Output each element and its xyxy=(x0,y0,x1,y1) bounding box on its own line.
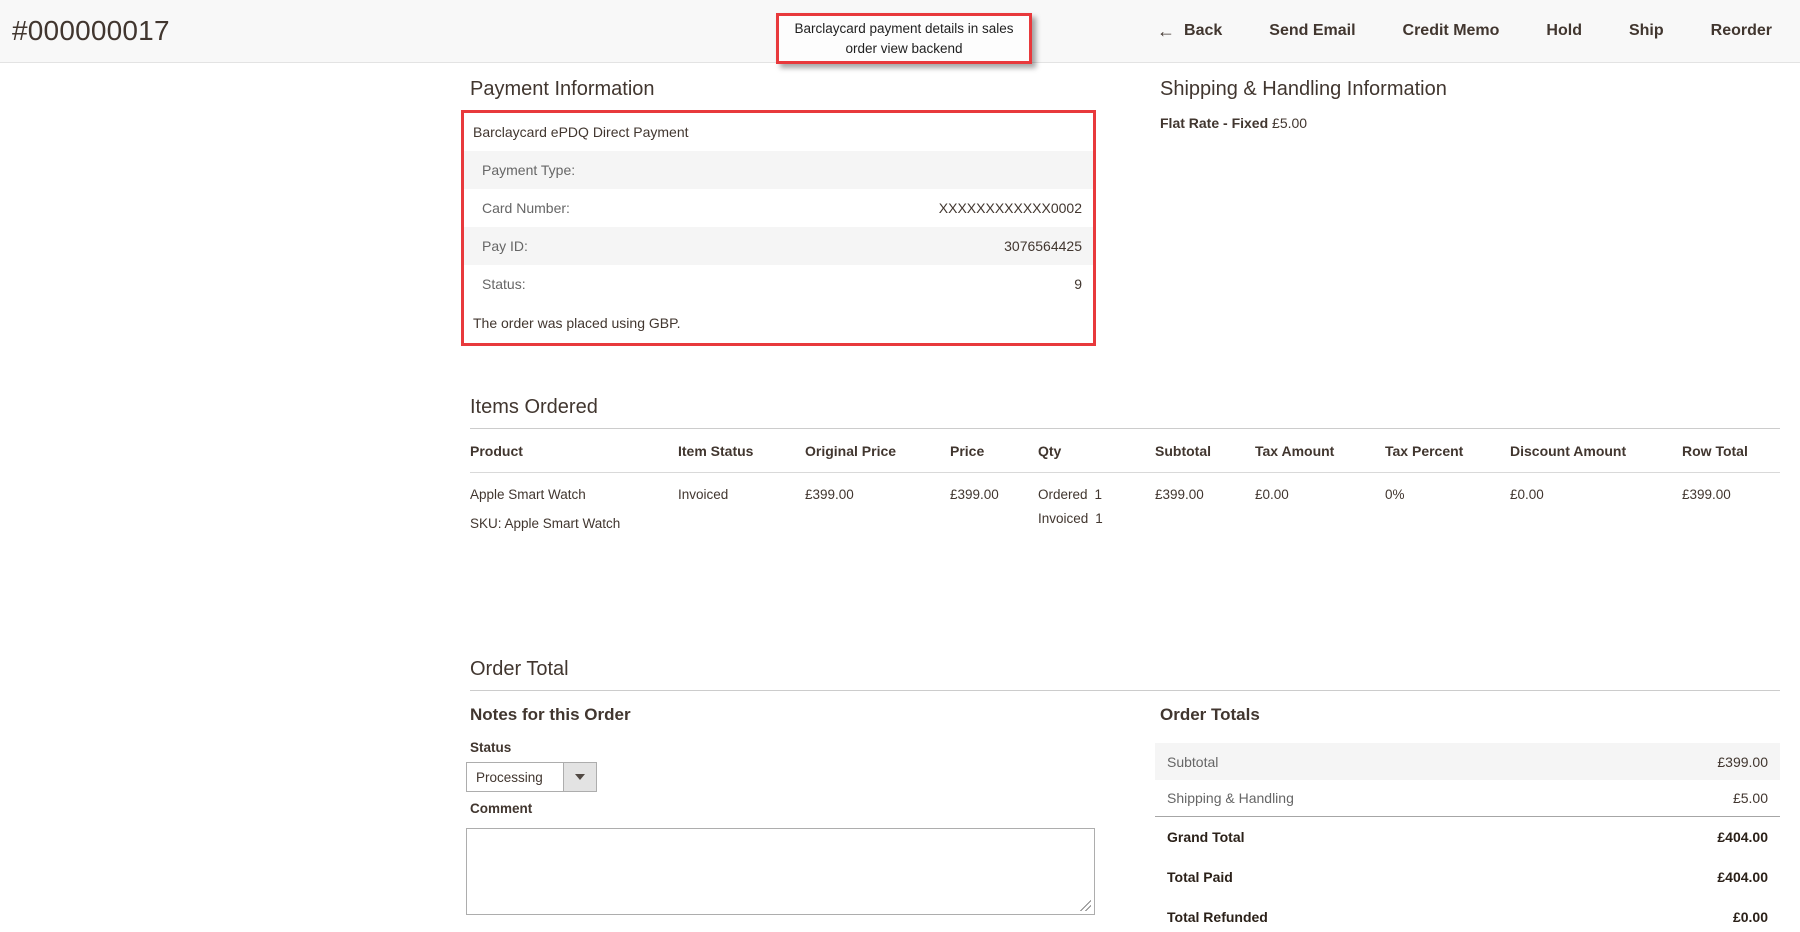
total-row-subtotal: Subtotal £399.00 xyxy=(1155,743,1780,780)
hold-button[interactable]: Hold xyxy=(1546,22,1582,40)
order-actions-toolbar: ← Back Send Email Credit Memo Hold Ship … xyxy=(1157,22,1772,40)
shipping-information-title: Shipping & Handling Information xyxy=(1160,78,1447,101)
col-product: Product xyxy=(470,443,678,459)
pay-id-value: 3076564425 xyxy=(1004,238,1082,254)
status-select[interactable]: Processing xyxy=(466,762,597,792)
total-refunded-label: Total Refunded xyxy=(1167,909,1268,925)
comment-field-label: Comment xyxy=(470,801,532,816)
cell-tax-amount: £0.00 xyxy=(1255,473,1385,534)
grand-total-value: £404.00 xyxy=(1717,829,1768,845)
col-tax-amount: Tax Amount xyxy=(1255,443,1385,459)
col-original-price: Original Price xyxy=(805,443,950,459)
payment-status-label: Status: xyxy=(482,276,526,292)
order-total-title: Order Total xyxy=(470,658,569,681)
cell-discount-amount: £0.00 xyxy=(1510,473,1682,534)
items-ordered-table: Product Item Status Original Price Price… xyxy=(470,443,1780,534)
col-tax-percent: Tax Percent xyxy=(1385,443,1510,459)
back-button[interactable]: ← Back xyxy=(1157,22,1222,40)
total-row-total-paid: Total Paid £404.00 xyxy=(1155,857,1780,897)
reorder-button[interactable]: Reorder xyxy=(1711,22,1772,40)
status-field-label: Status xyxy=(470,740,511,755)
payment-status-value: 9 xyxy=(1074,276,1082,292)
credit-memo-label: Credit Memo xyxy=(1403,22,1500,40)
send-email-button[interactable]: Send Email xyxy=(1269,22,1355,40)
chevron-down-icon xyxy=(575,774,585,780)
shipping-handling-value: £5.00 xyxy=(1733,790,1768,806)
subtotal-value: £399.00 xyxy=(1717,754,1768,770)
payment-row-pay-id: Pay ID: 3076564425 xyxy=(464,227,1093,265)
col-price: Price xyxy=(950,443,1038,459)
shipping-method-price: £5.00 xyxy=(1272,115,1307,131)
order-totals-title: Order Totals xyxy=(1160,705,1260,725)
grand-total-label: Grand Total xyxy=(1167,829,1245,845)
order-currency-note: The order was placed using GBP. xyxy=(464,303,1093,343)
cell-tax-percent: 0% xyxy=(1385,473,1510,534)
status-select-button[interactable] xyxy=(563,763,596,791)
reorder-label: Reorder xyxy=(1711,22,1772,40)
shipping-method-line: Flat Rate - Fixed £5.00 xyxy=(1160,115,1307,131)
total-row-shipping: Shipping & Handling £5.00 xyxy=(1155,780,1780,817)
col-discount-amount: Discount Amount xyxy=(1510,443,1682,459)
ship-button[interactable]: Ship xyxy=(1629,22,1664,40)
qty-invoiced-value: 1 xyxy=(1095,510,1103,529)
items-ordered-title: Items Ordered xyxy=(470,396,598,419)
payment-row-payment-type: Payment Type: xyxy=(464,151,1093,189)
subtotal-label: Subtotal xyxy=(1167,754,1218,770)
order-total-divider xyxy=(470,690,1780,691)
total-paid-value: £404.00 xyxy=(1717,869,1768,885)
ship-label: Ship xyxy=(1629,22,1664,40)
back-button-label: Back xyxy=(1184,22,1222,40)
cell-subtotal: £399.00 xyxy=(1155,473,1255,534)
cell-row-total: £399.00 xyxy=(1682,473,1780,534)
order-totals-table: Subtotal £399.00 Shipping & Handling £5.… xyxy=(1155,743,1780,932)
col-subtotal: Subtotal xyxy=(1155,443,1255,459)
payment-row-card-number: Card Number: XXXXXXXXXXXX0002 xyxy=(464,189,1093,227)
product-sku: SKU: Apple Smart Watch xyxy=(470,515,678,534)
total-paid-label: Total Paid xyxy=(1167,869,1233,885)
notes-title: Notes for this Order xyxy=(470,705,631,725)
pay-id-label: Pay ID: xyxy=(482,238,528,254)
shipping-handling-label: Shipping & Handling xyxy=(1167,790,1294,806)
card-number-label: Card Number: xyxy=(482,200,570,216)
payment-row-status: Status: 9 xyxy=(464,265,1093,303)
shipping-method-name: Flat Rate - Fixed xyxy=(1160,115,1268,131)
product-name: Apple Smart Watch xyxy=(470,486,678,505)
qty-ordered-value: 1 xyxy=(1095,486,1103,505)
comment-textarea[interactable] xyxy=(466,828,1095,915)
card-number-value: XXXXXXXXXXXX0002 xyxy=(939,200,1082,216)
hold-label: Hold xyxy=(1546,22,1582,40)
total-refunded-value: £0.00 xyxy=(1733,909,1768,925)
cell-price: £399.00 xyxy=(950,473,1038,534)
cell-qty: Ordered 1 Invoiced 1 xyxy=(1038,473,1155,534)
items-table-header: Product Item Status Original Price Price… xyxy=(470,443,1780,473)
status-select-value: Processing xyxy=(467,763,563,791)
total-row-total-refunded: Total Refunded £0.00 xyxy=(1155,897,1780,932)
col-qty: Qty xyxy=(1038,443,1155,459)
qty-invoiced-label: Invoiced xyxy=(1038,510,1088,529)
credit-memo-button[interactable]: Credit Memo xyxy=(1403,22,1500,40)
payment-information-title: Payment Information xyxy=(470,78,655,101)
col-item-status: Item Status xyxy=(678,443,805,459)
back-arrow-icon: ← xyxy=(1157,22,1175,40)
col-row-total: Row Total xyxy=(1682,443,1780,459)
qty-ordered-label: Ordered xyxy=(1038,486,1088,505)
cell-original-price: £399.00 xyxy=(805,473,950,534)
payment-method-name: Barclaycard ePDQ Direct Payment xyxy=(464,113,1093,151)
payment-information-panel: Barclaycard ePDQ Direct Payment Payment … xyxy=(461,110,1096,346)
total-row-grand-total: Grand Total £404.00 xyxy=(1155,817,1780,857)
items-ordered-divider xyxy=(470,428,1780,429)
order-number-title: #000000017 xyxy=(12,15,170,47)
qty-ordered-line: Ordered 1 xyxy=(1038,486,1155,505)
cell-product: Apple Smart Watch SKU: Apple Smart Watch xyxy=(470,473,678,534)
payment-type-label: Payment Type: xyxy=(482,162,575,178)
annotation-callout: Barclaycard payment details in sales ord… xyxy=(776,13,1032,64)
table-row: Apple Smart Watch SKU: Apple Smart Watch… xyxy=(470,473,1780,534)
send-email-label: Send Email xyxy=(1269,22,1355,40)
cell-item-status: Invoiced xyxy=(678,473,805,534)
qty-invoiced-line: Invoiced 1 xyxy=(1038,510,1155,529)
